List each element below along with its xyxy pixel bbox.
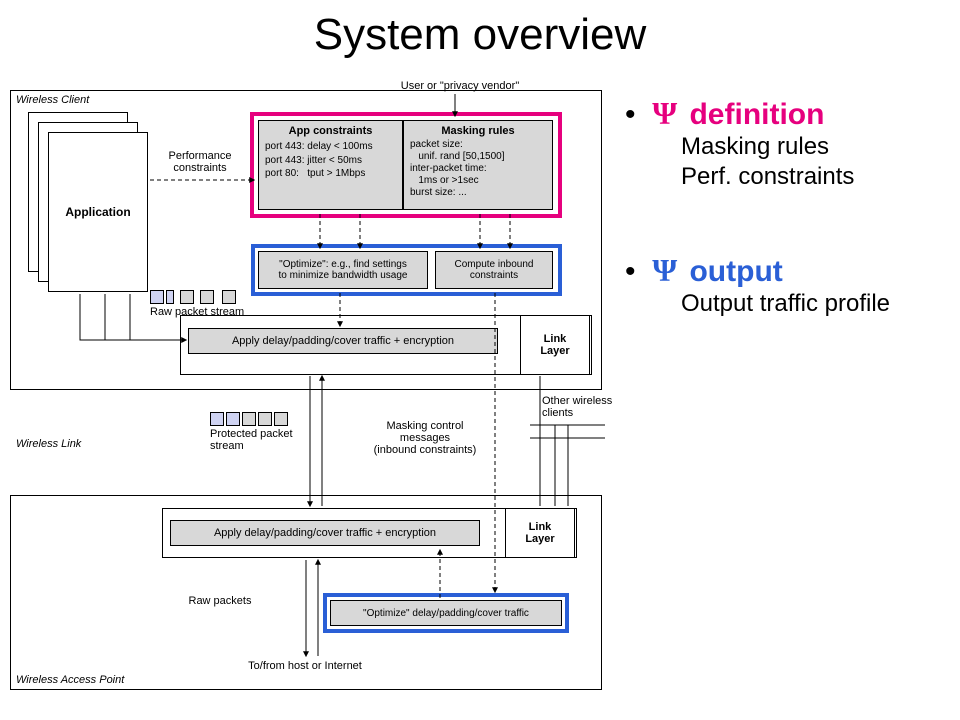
psi-icon: Ψ bbox=[652, 252, 677, 288]
label-masking-ctrl: Masking control messages (inbound constr… bbox=[360, 420, 490, 456]
box-app-constraints: App constraints port 443: delay < 100ms … bbox=[258, 120, 403, 210]
bullet-output: • Ψ output Output traffic profile bbox=[625, 252, 945, 319]
slide-title: System overview bbox=[0, 10, 960, 60]
bullet-output-head: output bbox=[689, 255, 782, 288]
label-tofrom: To/from host or Internet bbox=[220, 660, 390, 672]
bullet-dot-icon: • bbox=[625, 255, 644, 288]
label-app-constraints-body: port 443: delay < 100ms port 443: jitter… bbox=[265, 140, 396, 181]
box-apply-linklayer-bottom bbox=[162, 508, 577, 558]
label-raw-packets: Raw packets bbox=[175, 595, 265, 607]
label-access-point: Wireless Access Point bbox=[16, 674, 124, 686]
label-masking-body: packet size: unif. rand [50,1500] inter-… bbox=[410, 139, 546, 199]
system-diagram: Wireless Client User or "privacy vendor"… bbox=[10, 80, 610, 700]
label-other-clients: Other wireless clients bbox=[542, 395, 622, 419]
box-application: Application bbox=[48, 132, 148, 292]
label-masking-title: Masking rules bbox=[410, 125, 546, 137]
bullet-definition-sub2: Perf. constraints bbox=[681, 162, 945, 192]
label-wireless-link: Wireless Link bbox=[16, 438, 81, 450]
label-wireless-client: Wireless Client bbox=[16, 94, 89, 106]
bullet-definition-head: definition bbox=[689, 98, 824, 131]
box-masking-rules: Masking rules packet size: unif. rand [5… bbox=[403, 120, 553, 210]
label-user-vendor: User or "privacy vendor" bbox=[380, 80, 540, 92]
bullet-dot-icon: • bbox=[625, 98, 644, 131]
bullet-definition-sub1: Masking rules bbox=[681, 132, 945, 162]
box-apply-linklayer-top bbox=[180, 315, 592, 375]
label-protected-stream: Protected packet stream bbox=[210, 428, 320, 452]
bullet-list: • Ψ definition Masking rules Perf. const… bbox=[625, 95, 945, 379]
label-app-constraints-title: App constraints bbox=[265, 125, 396, 137]
bullet-output-sub1: Output traffic profile bbox=[681, 289, 945, 319]
bullet-definition: • Ψ definition Masking rules Perf. const… bbox=[625, 95, 945, 192]
box-optimize-min: "Optimize": e.g., find settings to minim… bbox=[258, 251, 428, 289]
box-compute-inbound: Compute inbound constraints bbox=[435, 251, 553, 289]
label-perf-constraints: Performance constraints bbox=[160, 150, 240, 174]
slide: System overview Wireless Client User or … bbox=[0, 0, 960, 720]
box-optimize-bottom: "Optimize" delay/padding/cover traffic bbox=[330, 600, 562, 626]
psi-icon: Ψ bbox=[652, 95, 677, 131]
